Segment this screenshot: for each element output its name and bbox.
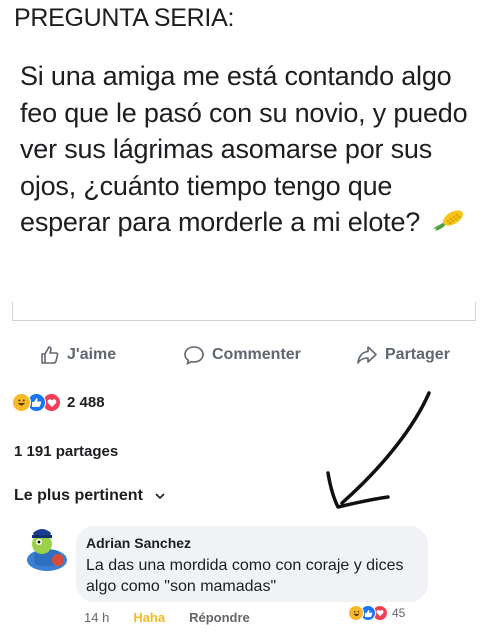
chevron-down-icon <box>155 493 165 500</box>
haha-reaction-icon <box>348 605 364 621</box>
comment-reaction-count: 45 <box>392 606 406 620</box>
avatar[interactable] <box>20 520 74 574</box>
comment-author[interactable]: Adrian Sanchez <box>86 535 191 551</box>
post-action-bar: J'aime Commenter Partager <box>0 337 480 377</box>
reply-button[interactable]: Répondre <box>189 610 250 625</box>
comment-reactions[interactable]: 45 <box>348 605 405 621</box>
corn-icon <box>431 206 465 243</box>
comment-label: Commenter <box>212 346 301 363</box>
sort-label: Le plus pertinent <box>14 487 143 504</box>
like-label: J'aime <box>67 346 117 363</box>
share-button[interactable]: Partager <box>356 345 450 365</box>
comment-sort-dropdown[interactable]: Le plus pertinent <box>14 487 165 505</box>
reaction-count: 2 488 <box>67 394 105 411</box>
like-button[interactable]: J'aime <box>40 345 116 365</box>
thumbs-up-icon <box>41 346 59 364</box>
post-card-frame <box>12 302 476 321</box>
post-text: Si una amiga me está contando algo feo q… <box>20 58 470 242</box>
share-label: Partager <box>385 346 450 363</box>
comment-button[interactable]: Commenter <box>183 345 301 365</box>
post-reactions[interactable]: 2 488 <box>12 393 105 412</box>
post-header: PREGUNTA SERIA: <box>14 4 235 32</box>
share-arrow-icon <box>357 346 377 364</box>
comment-bubble: Adrian Sanchez La das una mordida como c… <box>76 526 428 602</box>
haha-reaction-button[interactable]: Haha <box>133 610 165 625</box>
comment-text: La das una mordida como con coraje y dic… <box>86 557 404 595</box>
comment-meta: 14 h Haha Répondre <box>84 610 250 625</box>
haha-reaction-icon <box>12 393 31 412</box>
shares-count[interactable]: 1 191 partages <box>14 443 118 460</box>
post-body-text: Si una amiga me está contando algo feo q… <box>20 61 468 237</box>
comment-time[interactable]: 14 h <box>84 610 109 625</box>
comment-bubble-icon <box>184 346 204 365</box>
hand-drawn-arrow <box>326 391 431 509</box>
